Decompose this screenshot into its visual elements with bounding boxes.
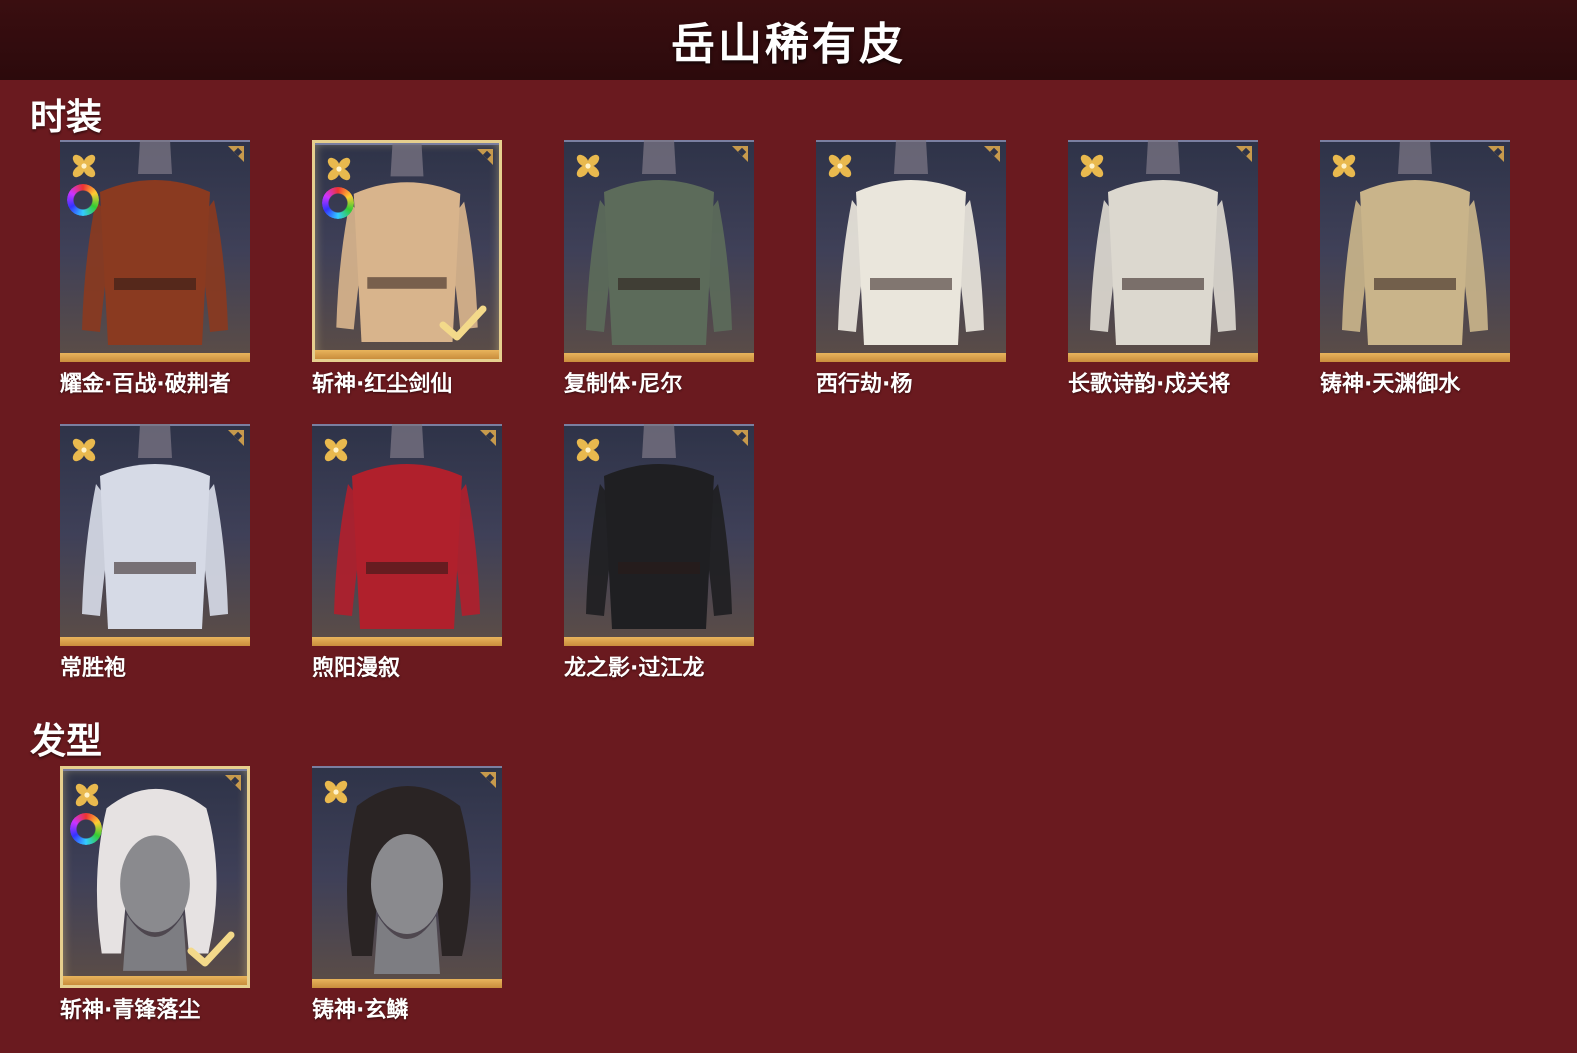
outfit-card[interactable] xyxy=(312,140,502,362)
outfit-card[interactable] xyxy=(1068,140,1258,362)
outfit-label: 西行劫·杨 xyxy=(816,372,913,397)
outfit-label: 煦阳漫叙 xyxy=(312,656,401,681)
outfit-card[interactable] xyxy=(60,424,250,646)
outfit-card[interactable] xyxy=(564,424,754,646)
outfit-card[interactable] xyxy=(1320,140,1510,362)
gold-flower-icon xyxy=(324,438,348,462)
color-wheel-icon xyxy=(67,184,99,216)
outfit-card[interactable] xyxy=(816,140,1006,362)
outfit-label: 斩神·红尘剑仙 xyxy=(312,372,453,397)
gold-flower-icon xyxy=(1080,154,1104,178)
section-title-outfits: 时装 xyxy=(30,97,103,138)
gold-flower-icon xyxy=(324,780,348,804)
gold-flower-icon xyxy=(576,438,600,462)
outfit-label: 铸神·天渊御水 xyxy=(1320,372,1461,397)
color-wheel-icon xyxy=(70,813,102,845)
color-wheel-icon xyxy=(322,187,354,219)
outfit-label: 龙之影·过江龙 xyxy=(564,656,705,681)
outfit-label: 复制体·尼尔 xyxy=(564,372,683,397)
page-title: 岳山稀有皮 xyxy=(671,19,906,70)
outfit-card[interactable] xyxy=(564,140,754,362)
section-title-hairstyles: 发型 xyxy=(30,721,103,762)
gold-flower-icon xyxy=(72,154,96,178)
gold-flower-icon xyxy=(576,154,600,178)
gold-flower-icon xyxy=(1332,154,1356,178)
outfit-label: 长歌诗韵·戍关将 xyxy=(1068,372,1231,397)
hairstyle-card[interactable] xyxy=(312,766,502,988)
gold-flower-icon xyxy=(828,154,852,178)
gold-flower-icon xyxy=(327,157,351,181)
hairstyle-label: 斩神·青锋落尘 xyxy=(60,998,201,1023)
gold-flower-icon xyxy=(72,438,96,462)
outfit-label: 耀金·百战·破荆者 xyxy=(60,372,231,397)
checkmark-icon xyxy=(439,305,487,341)
outfit-card[interactable] xyxy=(312,424,502,646)
checkmark-icon xyxy=(187,931,235,967)
outfit-card[interactable] xyxy=(60,140,250,362)
title-bar: 岳山稀有皮 xyxy=(0,0,1577,80)
gold-flower-icon xyxy=(75,783,99,807)
hairstyle-label: 铸神·玄鳞 xyxy=(312,998,409,1023)
hairstyle-card[interactable] xyxy=(60,766,250,988)
outfit-label: 常胜袍 xyxy=(60,656,127,681)
